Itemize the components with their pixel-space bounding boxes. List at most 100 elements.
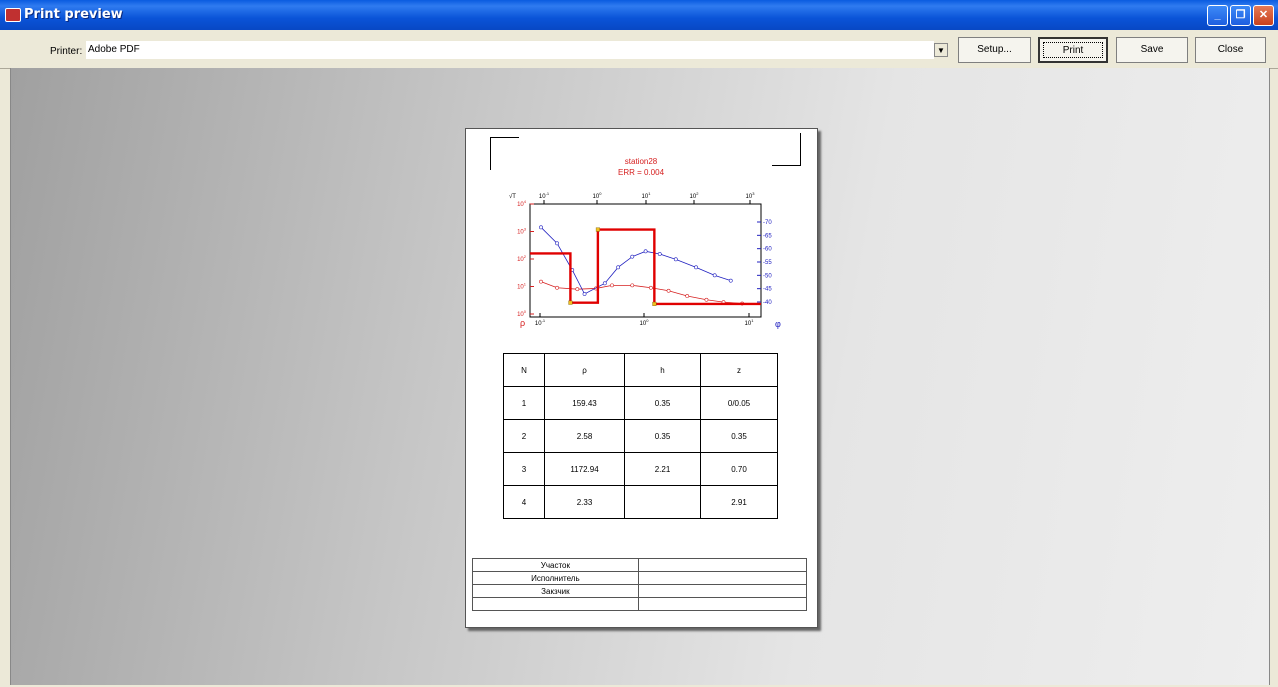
phase-point	[712, 273, 717, 278]
chevron-down-icon: ▼	[937, 46, 945, 55]
setup-button[interactable]: Setup...	[958, 37, 1031, 63]
top-axis-label: √T	[509, 193, 516, 200]
info-row: Закзчик	[472, 584, 808, 598]
left-axis-tick-label: 101	[517, 282, 527, 291]
table-row: 2 2.58 0.35 0.35	[503, 419, 778, 453]
left-axis-tick-label: 102	[517, 254, 527, 263]
close-icon: ✕	[1258, 9, 1269, 21]
right-axis-tick-label: -50	[763, 273, 772, 279]
rho-point	[666, 288, 671, 293]
table-cell: 159.43	[544, 386, 625, 420]
table-cell: 2.33	[544, 485, 625, 519]
preview-page: station28 ERR = 0.004 10-1 100 101 102 103 √T…	[465, 128, 818, 628]
table-header-row: Nρhz	[503, 353, 778, 387]
printer-dropdown-button[interactable]: ▼	[934, 43, 948, 57]
minimize-button[interactable]: _	[1207, 5, 1228, 26]
info-value	[637, 597, 808, 611]
close-window-button[interactable]: ✕	[1253, 5, 1274, 26]
printer-select[interactable]: Adobe PDF	[86, 41, 934, 59]
info-label: Закзчик	[472, 584, 639, 598]
bottom-axis-tick-label: 10-1	[535, 318, 546, 327]
phase-point	[728, 278, 733, 283]
right-axis-tick-label: -60	[763, 247, 772, 253]
sounding-chart: 10-1 100 101 102 103 √T 100 101 102 103 104 -40 -45 -…	[509, 191, 781, 329]
rho-point	[630, 283, 635, 288]
info-value	[637, 584, 808, 598]
info-label: Участок	[472, 558, 639, 572]
table-row: 3 1172.94 2.21 0.70	[503, 452, 778, 486]
info-value	[637, 571, 808, 585]
bottom-axis-label: ρ	[520, 318, 525, 328]
info-label: Исполнитель	[472, 571, 639, 585]
right-axis-tick-label: -65	[763, 233, 772, 239]
rho-point	[704, 297, 709, 302]
bottom-axis-tick-label: 101	[745, 318, 755, 327]
table-row: 1 159.43 0.35 0/0.05	[503, 386, 778, 420]
table-header-cell: ρ	[544, 353, 625, 387]
phase-point	[539, 225, 543, 230]
right-axis-tick-label: -40	[763, 300, 772, 306]
right-axis-tick-label: -45	[763, 287, 772, 293]
printer-label: Printer:	[50, 46, 83, 57]
info-row	[472, 597, 808, 611]
phase-point	[673, 257, 678, 262]
rho-point	[539, 279, 543, 284]
top-axis-tick-label: 10-1	[539, 191, 550, 200]
table-header-cell: h	[624, 353, 701, 387]
info-row: Исполнитель	[472, 571, 808, 585]
top-axis-tick-label: 101	[642, 191, 652, 200]
rho-point	[575, 287, 580, 292]
restore-icon: ❐	[1235, 9, 1246, 21]
table-cell: 2.58	[544, 419, 625, 453]
preview-area[interactable]: station28 ERR = 0.004 10-1 100 101 102 103 √T…	[10, 68, 1270, 685]
left-axis-tick-label: 100	[517, 309, 527, 318]
top-axis-tick-label: 103	[746, 191, 756, 200]
table-cell: 0.35	[624, 386, 701, 420]
phase-point	[657, 252, 662, 256]
right-axis-tick-label: -70	[763, 220, 772, 226]
phase-point	[616, 265, 621, 270]
chart-title: station28	[624, 157, 658, 166]
table-cell: 2.21	[624, 452, 701, 486]
phase-point	[555, 241, 559, 246]
app-icon	[5, 8, 21, 22]
top-axis-tick-label: 100	[593, 191, 603, 200]
table-header-cell: z	[700, 353, 778, 387]
right-axis-label: φ	[775, 319, 781, 329]
printer-value: Adobe PDF	[88, 44, 140, 55]
table-cell: 0.70	[700, 452, 778, 486]
phase-point	[694, 265, 698, 270]
table-cell: 0/0.05	[700, 386, 778, 420]
right-axis-tick-label: -55	[763, 260, 772, 266]
table-cell: 4	[503, 485, 545, 519]
rho-point	[555, 285, 559, 290]
table-cell: 2	[503, 419, 545, 453]
table-cell: 3	[503, 452, 545, 486]
crop-mark-top-left	[490, 137, 519, 170]
top-axis-tick-label: 102	[690, 191, 700, 200]
print-button[interactable]: Print	[1038, 37, 1108, 63]
maximize-button[interactable]: ❐	[1230, 5, 1251, 26]
signature-table: Участок Исполнитель Закзчик	[472, 558, 808, 611]
close-button[interactable]: Close	[1195, 37, 1266, 63]
phase-point	[643, 249, 648, 254]
model-node	[652, 301, 657, 306]
phase-point	[630, 254, 635, 259]
model-node	[568, 300, 573, 305]
plot-frame	[529, 203, 762, 318]
model-node	[595, 227, 600, 232]
title-bar[interactable]: Print preview _ ❐ ✕	[0, 0, 1278, 30]
window-title: Print preview	[24, 7, 123, 22]
table-cell: 2.91	[700, 485, 778, 519]
rho-point	[685, 294, 690, 298]
left-axis-tick-label: 104	[517, 199, 527, 208]
table-cell: 0.35	[624, 419, 701, 453]
phase-point	[582, 292, 587, 296]
minimize-icon: _	[1214, 9, 1221, 21]
layers-table: Nρ h z 1 159.43 0.35 0/0.05 2 2.58 0.35 0.35 3 1172.…	[503, 353, 778, 519]
save-button[interactable]: Save	[1116, 37, 1188, 63]
table-cell: 1172.94	[544, 452, 625, 486]
model-step-curve	[530, 228, 761, 306]
table-header-cell: N	[503, 353, 545, 387]
info-label	[472, 597, 639, 611]
